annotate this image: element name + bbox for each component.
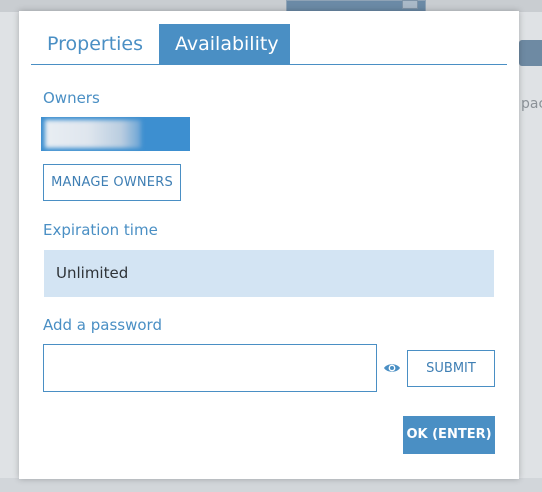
expiration-label: Expiration time [43,221,158,239]
submit-password-button[interactable]: SUBMIT [407,350,495,387]
availability-dialog: Properties Availability Owners MANAGE OW… [19,11,519,479]
owner-chip [41,117,190,151]
contact-card-icon [402,0,418,9]
expiration-select[interactable]: Unlimited [44,250,494,297]
password-input[interactable] [43,344,377,392]
expiration-value: Unlimited [56,264,129,282]
eye-icon[interactable] [383,361,401,375]
tab-properties[interactable]: Properties [31,24,159,64]
dialog-tabs: Properties Availability [31,24,507,65]
background-partial-text: pac [521,96,542,112]
manage-owners-button[interactable]: MANAGE OWNERS [43,164,181,201]
tab-availability[interactable]: Availability [159,24,290,64]
owners-label: Owners [43,89,100,107]
owner-name-redacted [45,120,141,148]
password-label: Add a password [43,316,162,334]
background-bottom-bar [0,478,542,492]
background-button [519,40,542,66]
ok-button[interactable]: OK (ENTER) [403,416,495,454]
